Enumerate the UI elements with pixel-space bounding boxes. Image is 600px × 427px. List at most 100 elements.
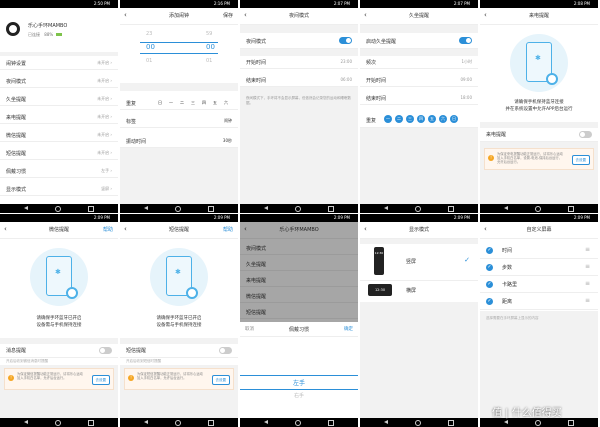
nav-bar xyxy=(480,418,598,427)
screen-item-1[interactable]: ✓ 步数 ≡ xyxy=(480,259,598,276)
settings-item-3-value: 未开启 › xyxy=(97,114,112,119)
minute-value[interactable]: 00 xyxy=(206,43,215,51)
landscape-option[interactable]: 12:30 横屏 xyxy=(360,280,478,303)
sedentary-toggle[interactable] xyxy=(459,37,472,44)
bluetooth-icon: ✱ xyxy=(55,268,61,276)
settings-item-3[interactable]: 来电提醒 未开启 › xyxy=(0,111,118,124)
title-bar: ‹ 夜间模式 xyxy=(240,8,358,25)
nav-bar xyxy=(240,204,358,213)
wear-habit-sheet: 取消 佩戴习惯 确定 左手 右手 xyxy=(240,322,358,418)
night-mode-note: 夜间模式下，手环将不会显示屏幕，但依然会记录您的运动和睡眠数据。 xyxy=(246,96,351,105)
battery-icon xyxy=(56,33,63,36)
message-reminder-toggle[interactable] xyxy=(99,347,112,354)
bluetooth-icon: ✱ xyxy=(535,54,541,62)
drag-handle-icon[interactable]: ≡ xyxy=(585,280,590,287)
time-picker[interactable]: 23 00 01 59 00 01 xyxy=(120,25,238,83)
warning-icon: ! xyxy=(488,155,494,161)
band-illustration xyxy=(186,287,198,299)
settings-item-5[interactable]: 短信提醒 未开启 › xyxy=(0,147,118,160)
nav-bar xyxy=(360,204,478,213)
weekday-4[interactable]: 四 xyxy=(200,99,208,107)
start-time-row[interactable]: 开始时间 09:00 xyxy=(360,74,478,87)
option-right-hand[interactable]: 右手 xyxy=(240,392,358,399)
vibrate-row[interactable]: 振动时间 30秒 xyxy=(120,135,238,148)
title-bar: ‹ 自定义屏幕 xyxy=(480,222,598,239)
settings-item-0-label: 闹钟设置 xyxy=(6,61,27,67)
whitelist-notice-text: 为保证微信提醒功能正常运行，请将乐心运动加入手机白名单，允许后台运行。 xyxy=(17,372,83,381)
screen-item-2[interactable]: ✓ 卡路里 ≡ xyxy=(480,276,598,293)
settings-item-1[interactable]: 夜间模式 未开启 › xyxy=(0,75,118,88)
end-time-label: 结束时间 xyxy=(366,96,387,102)
label-row[interactable]: 标签 闹钟 xyxy=(120,115,238,128)
hour-value[interactable]: 00 xyxy=(146,43,155,51)
home-nav-icon[interactable] xyxy=(55,206,61,212)
end-time-row[interactable]: 结束时间 18:00 xyxy=(360,92,478,105)
day-1[interactable]: 二 xyxy=(395,115,403,123)
page-title: 添加闹钟 xyxy=(168,13,189,19)
end-time-row[interactable]: 结束时间 06:00 xyxy=(240,74,358,87)
drag-handle-icon[interactable]: ≡ xyxy=(585,297,590,304)
page-title: 自定义屏幕 xyxy=(526,227,552,233)
page-title: 短信提醒 xyxy=(168,227,189,233)
day-0[interactable]: 一 xyxy=(384,115,392,123)
weekday-2[interactable]: 二 xyxy=(178,99,186,107)
watermark: 值 | 什么值得买 xyxy=(492,408,562,419)
title-bar: ‹ 久坐提醒 xyxy=(360,8,478,25)
drag-handle-icon[interactable]: ≡ xyxy=(585,246,590,253)
device-header: 乐心手环MAMBO 已连接 88% xyxy=(0,8,118,52)
help-button[interactable]: 帮助 xyxy=(223,226,233,233)
night-mode-toggle[interactable] xyxy=(339,37,352,44)
panel-wechat-reminder: 2:09 PM ‹ 微信提醒 帮助 ✱ 请确保手环蓝牙已开启 设备需与手机保持连… xyxy=(0,214,118,427)
settings-item-4[interactable]: 微信提醒 未开启 › xyxy=(0,129,118,142)
weekday-0[interactable]: 日 xyxy=(156,99,164,107)
recents-nav-icon[interactable] xyxy=(88,206,94,212)
settings-item-2[interactable]: 久坐提醒 未开启 › xyxy=(0,93,118,106)
checked-icon[interactable]: ✓ xyxy=(486,281,493,288)
checked-icon[interactable]: ✓ xyxy=(486,247,493,254)
bluetooth-message-2: 设备需与手机保持连接 xyxy=(36,323,82,328)
weekday-5[interactable]: 五 xyxy=(211,99,219,107)
repeat-label: 重复 xyxy=(126,101,137,107)
option-left-hand[interactable]: 左手 xyxy=(240,375,358,390)
repeat-row: 重复 日一二三四五六 xyxy=(120,97,238,110)
frequency-row[interactable]: 频次 1小时 xyxy=(360,56,478,69)
confirm-button[interactable]: 确定 xyxy=(344,326,353,332)
portrait-option[interactable]: 12:30 竖屏 ✓ xyxy=(360,244,478,281)
call-reminder-toggle[interactable] xyxy=(579,131,592,138)
day-4[interactable]: 五 xyxy=(428,115,436,123)
back-nav-icon[interactable] xyxy=(24,206,28,210)
band-illustration xyxy=(546,73,558,85)
start-time-label: 开始时间 xyxy=(246,60,267,66)
day-6[interactable]: 日 xyxy=(450,115,458,123)
drag-handle-icon[interactable]: ≡ xyxy=(585,263,590,270)
status-bar: 2:08 PM xyxy=(480,0,598,8)
sms-reminder-toggle[interactable] xyxy=(219,347,232,354)
sms-reminder-sub: 开启后收到短信时提醒 xyxy=(126,359,161,363)
page-title: 显示模式 xyxy=(408,227,429,233)
weekday-6[interactable]: 六 xyxy=(222,99,230,107)
help-button[interactable]: 帮助 xyxy=(103,226,113,233)
go-settings-button[interactable]: 去设置 xyxy=(91,375,110,385)
checked-icon[interactable]: ✓ xyxy=(486,264,493,271)
day-2[interactable]: 三 xyxy=(406,115,414,123)
settings-item-7[interactable]: 显示模式 竖屏 › xyxy=(0,183,118,196)
screen-item-label: 距离 xyxy=(502,299,513,305)
weekday-3[interactable]: 三 xyxy=(189,99,197,107)
start-time-row[interactable]: 开始时间 23:00 xyxy=(240,56,358,69)
sms-reminder-row: 短信提醒 xyxy=(120,344,238,358)
checked-icon[interactable]: ✓ xyxy=(486,298,493,305)
band-icon xyxy=(6,22,20,36)
go-settings-button[interactable]: 去设置 xyxy=(571,155,590,165)
day-5[interactable]: 六 xyxy=(439,115,447,123)
status-bar: 2:07 PM xyxy=(240,0,358,8)
screen-item-0[interactable]: ✓ 时间 ≡ xyxy=(480,242,598,259)
settings-item-6[interactable]: 佩戴习惯 左手 › xyxy=(0,165,118,178)
settings-item-0[interactable]: 闹钟设置 未开启 › xyxy=(0,57,118,70)
day-3[interactable]: 四 xyxy=(417,115,425,123)
save-button[interactable]: 保存 xyxy=(223,12,233,19)
screen-item-3[interactable]: ✓ 距离 ≡ xyxy=(480,293,598,310)
go-settings-button[interactable]: 去设置 xyxy=(211,375,230,385)
weekday-1[interactable]: 一 xyxy=(167,99,175,107)
panel-wear-habit: 2:09 PM ‹ 乐心手环MAMBO 夜间模式 久坐提醒 来电提醒 微信提醒 短信提醒… xyxy=(240,214,358,427)
settings-item-5-value: 未开启 › xyxy=(97,150,112,155)
